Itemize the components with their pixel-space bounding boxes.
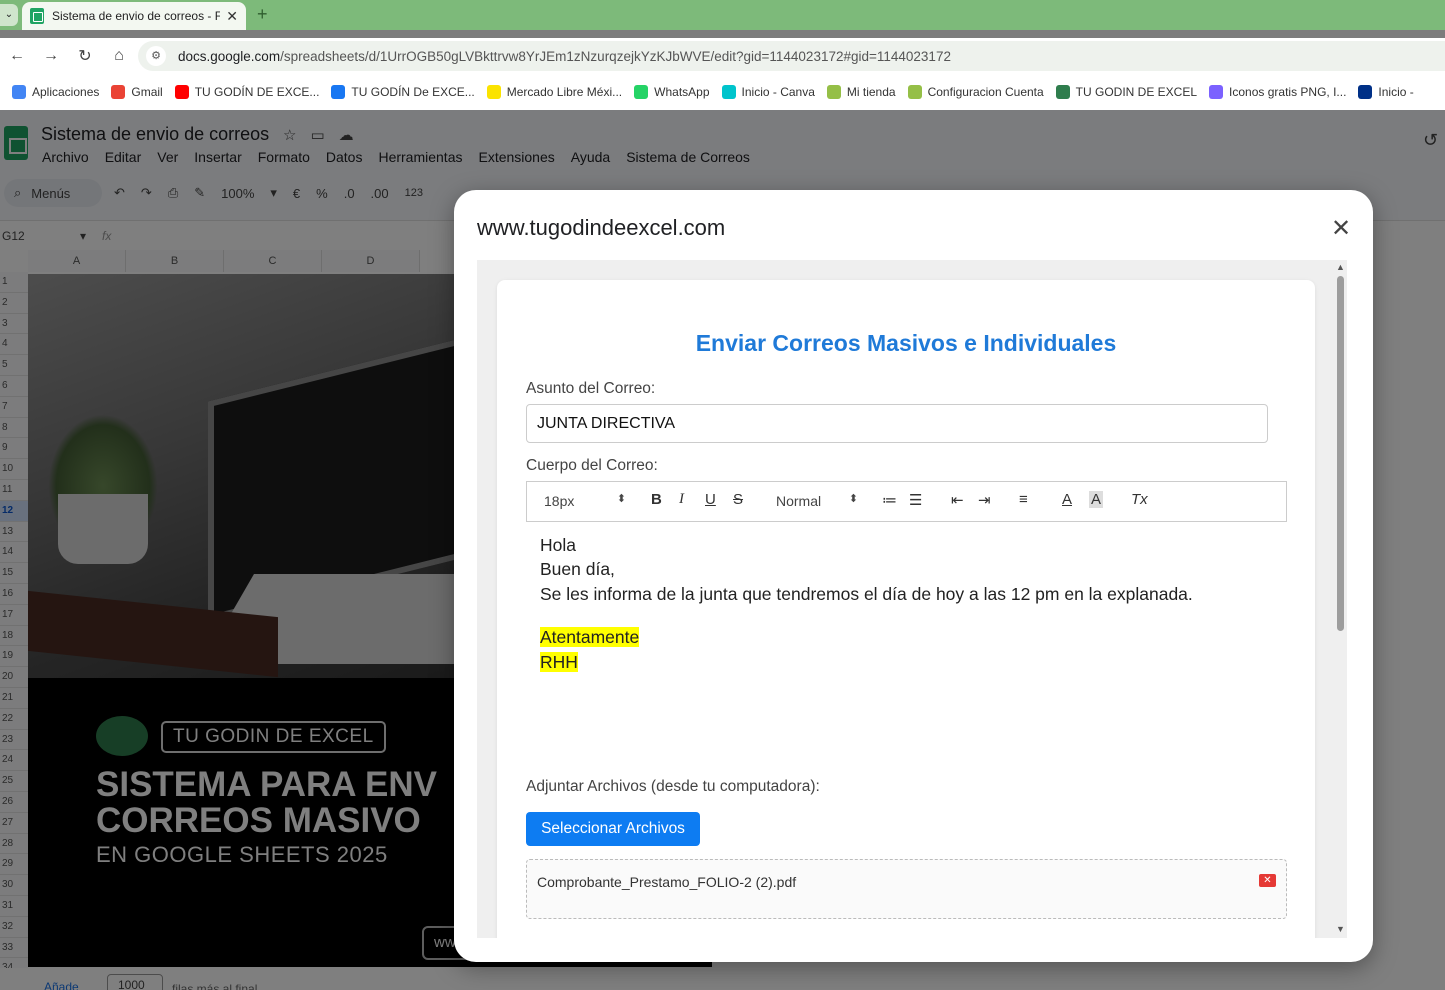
body-line: Hola: [540, 535, 576, 555]
bookmark-favicon-icon: [174, 85, 189, 99]
clear-format-icon[interactable]: Tx: [1131, 491, 1148, 508]
bookmark-label: Mi tienda: [846, 85, 896, 99]
italic-button[interactable]: I: [679, 491, 684, 508]
tab-close-icon[interactable]: ✕: [226, 8, 238, 25]
email-body-editor[interactable]: Hola Buen día, Se les informa de la junt…: [526, 522, 1287, 762]
attach-label: Adjuntar Archivos (desde tu computadora)…: [526, 778, 820, 795]
dialog-content: Enviar Correos Masivos e Individuales As…: [477, 260, 1347, 938]
bookmark-item[interactable]: Inicio - Canva: [721, 85, 815, 99]
bookmark-item[interactable]: TU GODÍN DE EXCE...: [174, 85, 320, 99]
bookmark-label: TU GODIN DE EXCEL: [1075, 85, 1198, 99]
scroll-thumb[interactable]: [1337, 276, 1344, 631]
highlighted-line: RHH: [540, 652, 578, 672]
select-files-button[interactable]: Seleccionar Archivos: [526, 812, 700, 846]
align-icon[interactable]: ≡: [1019, 491, 1028, 508]
body-label: Cuerpo del Correo:: [526, 457, 658, 474]
bookmark-item[interactable]: Aplicaciones: [12, 85, 99, 99]
bookmark-label: Inicio - Canva: [741, 85, 815, 99]
sheets-favicon-icon: [30, 8, 44, 24]
bold-button[interactable]: B: [651, 491, 662, 508]
back-icon[interactable]: ←: [0, 47, 34, 65]
url-host: docs.google.com: [178, 48, 281, 64]
editor-toolbar: 18px ⬍ B I U S Normal ⬍ ≔ ☰ ⇤ ⇥ ≡ A A Tx: [526, 481, 1287, 522]
dialog-scrollbar[interactable]: ▲ ▼: [1333, 260, 1347, 938]
subject-input[interactable]: JUNTA DIRECTIVA: [526, 404, 1268, 443]
bookmark-favicon-icon: [826, 85, 841, 99]
email-form-card: Enviar Correos Masivos e Individuales As…: [497, 280, 1315, 938]
new-tab-button[interactable]: +: [257, 4, 268, 25]
browser-tab-strip: ⌄ Sistema de envio de correos - F ✕ +: [0, 0, 1445, 30]
browser-tab[interactable]: Sistema de envio de correos - F ✕: [22, 2, 246, 30]
background-color-icon[interactable]: A: [1089, 491, 1104, 508]
close-icon[interactable]: ✕: [1331, 214, 1351, 243]
highlighted-line: Atentamente: [540, 627, 640, 647]
strikethrough-button[interactable]: S: [733, 491, 743, 508]
bookmark-favicon-icon: [1358, 85, 1373, 99]
tab-search-button[interactable]: ⌄: [0, 4, 18, 26]
remove-file-icon[interactable]: ✕: [1259, 874, 1276, 887]
bookmark-label: Configuracion Cuenta: [927, 85, 1044, 99]
ordered-list-icon[interactable]: ≔: [882, 491, 897, 509]
tab-title: Sistema de envio de correos - F: [52, 9, 221, 23]
body-line: Buen día,: [540, 559, 615, 579]
email-dialog: www.tugodindeexcel.com ✕ Enviar Correos …: [454, 190, 1373, 962]
home-icon[interactable]: ⌂: [102, 47, 136, 65]
bookmark-label: Gmail: [131, 85, 163, 99]
font-size-value: 18px: [544, 493, 575, 509]
heading-select[interactable]: Normal ⬍: [776, 493, 858, 509]
bullet-list-icon[interactable]: ☰: [909, 491, 922, 509]
bookmark-item[interactable]: Mi tienda: [826, 85, 896, 99]
body-line: Se les informa de la junta que tendremos…: [540, 584, 1193, 604]
reload-icon[interactable]: ↻: [68, 46, 102, 66]
font-size-select[interactable]: 18px ⬍: [544, 493, 626, 509]
form-heading: Enviar Correos Masivos e Individuales: [695, 330, 1117, 356]
select-arrows-icon: ⬍: [616, 493, 626, 505]
subject-label: Asunto del Correo:: [526, 380, 656, 397]
bookmark-item[interactable]: TU GODIN DE EXCEL: [1055, 85, 1198, 99]
bookmark-item[interactable]: WhatsApp: [634, 85, 710, 99]
bookmark-favicon-icon: [1055, 85, 1070, 99]
bookmark-favicon-icon: [12, 85, 26, 99]
bookmark-favicon-icon: [721, 85, 736, 99]
bookmark-label: Aplicaciones: [32, 85, 100, 99]
bookmark-favicon-icon: [486, 85, 501, 99]
bookmark-item[interactable]: Gmail: [111, 85, 163, 99]
bookmark-label: Iconos gratis PNG, I...: [1229, 85, 1347, 99]
indent-icon[interactable]: ⇥: [978, 491, 991, 509]
bookmark-label: WhatsApp: [654, 85, 710, 99]
bookmark-label: Inicio -: [1378, 85, 1414, 99]
underline-button[interactable]: U: [705, 491, 716, 508]
text-color-icon[interactable]: A: [1062, 491, 1072, 508]
dialog-title: www.tugodindeexcel.com: [477, 215, 726, 240]
bookmark-item[interactable]: Iconos gratis PNG, I...: [1209, 85, 1346, 99]
bookmark-favicon-icon: [1209, 85, 1224, 99]
outdent-icon[interactable]: ⇤: [951, 491, 964, 509]
bookmark-favicon-icon: [111, 85, 126, 99]
bookmark-favicon-icon: [634, 85, 649, 99]
url-path: /spreadsheets/d/1UrrOGB50gLVBkttrvw8YrJE…: [280, 48, 951, 64]
heading-value: Normal: [776, 493, 822, 509]
bookmark-item[interactable]: Configuracion Cuenta: [907, 85, 1044, 99]
bookmark-item[interactable]: Mercado Libre Méxi...: [486, 85, 623, 99]
bookmark-label: Mercado Libre Méxi...: [506, 85, 623, 99]
select-arrows-icon: ⬍: [848, 493, 858, 505]
scroll-up-icon[interactable]: ▲: [1336, 262, 1345, 272]
site-info-icon[interactable]: ⚙: [146, 46, 166, 66]
bookmark-item[interactable]: Inicio -: [1358, 85, 1414, 99]
bookmark-label: TU GODÍN DE EXCE...: [194, 85, 320, 99]
bookmark-favicon-icon: [907, 85, 922, 99]
bookmark-favicon-icon: [331, 85, 346, 99]
address-bar[interactable]: ⚙ docs.google.com/spreadsheets/d/1UrrOGB…: [138, 41, 1445, 71]
attached-files-list: Comprobante_Prestamo_FOLIO-2 (2).pdf ✕: [526, 859, 1287, 919]
forward-icon[interactable]: →: [34, 47, 68, 65]
address-bar-row: ← → ↻ ⌂ ⚙ docs.google.com/spreadsheets/d…: [0, 38, 1445, 74]
bookmarks-bar: Aplicaciones Gmail TU GODÍN DE EXCE... TU G…: [0, 74, 1445, 110]
attached-file-name: Comprobante_Prestamo_FOLIO-2 (2).pdf: [537, 874, 797, 890]
bookmark-item[interactable]: TU GODÍN De EXCE...: [331, 85, 475, 99]
scroll-down-icon[interactable]: ▼: [1336, 924, 1345, 934]
bookmark-label: TU GODÍN De EXCE...: [351, 85, 475, 99]
